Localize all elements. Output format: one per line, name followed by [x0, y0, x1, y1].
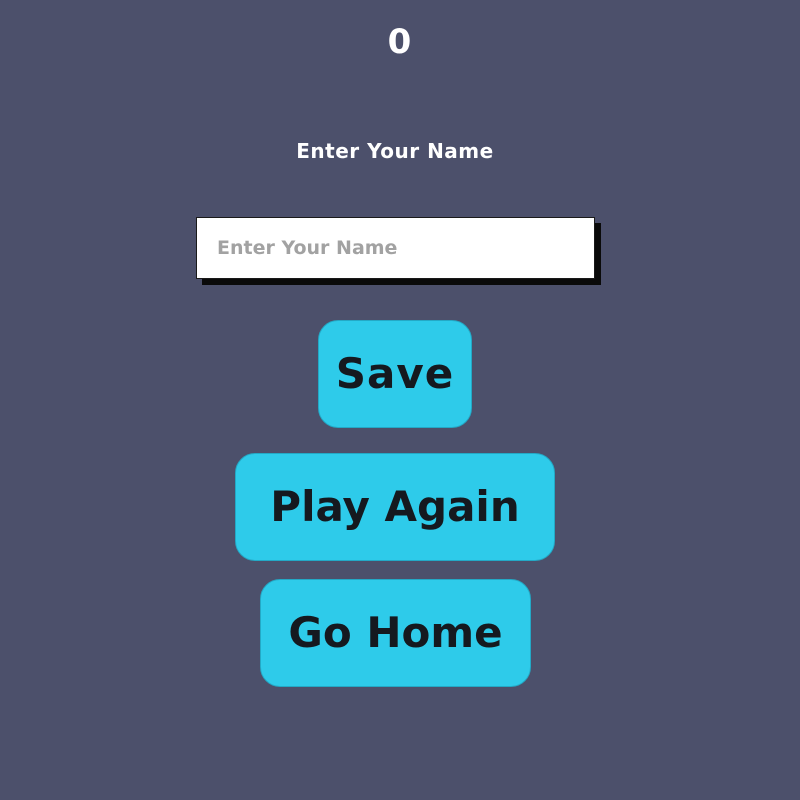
score-display: 0 — [387, 22, 413, 62]
name-input[interactable] — [196, 217, 595, 279]
name-prompt-label: Enter Your Name — [296, 139, 494, 163]
go-home-button[interactable]: Go Home — [260, 579, 531, 687]
play-again-button[interactable]: Play Again — [235, 453, 555, 561]
save-button[interactable]: Save — [318, 320, 472, 428]
end-game-screen: 0 Enter Your Name Save Play Again Go Hom… — [0, 0, 800, 800]
